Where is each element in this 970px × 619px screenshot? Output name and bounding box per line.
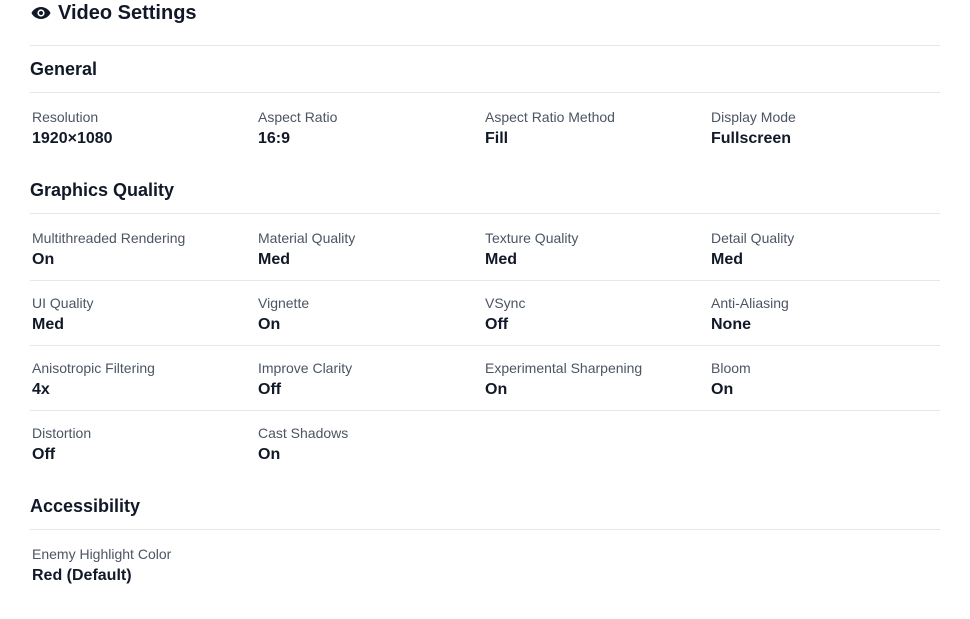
setting-value: 4x	[32, 381, 50, 398]
setting-label: Resolution	[32, 109, 99, 125]
setting-label: Aspect Ratio Method	[485, 109, 615, 125]
setting-value: Med	[711, 251, 743, 268]
setting-value: On	[485, 381, 508, 398]
divider	[30, 280, 940, 281]
setting-multithreaded-rendering[interactable]: Multithreaded Rendering On	[32, 230, 258, 270]
setting-value: Off	[485, 316, 509, 333]
divider	[30, 213, 940, 214]
divider	[30, 529, 940, 530]
setting-label: Anti-Aliasing	[711, 295, 789, 311]
settings-row: Resolution 1920×1080 Aspect Ratio 16:9 A…	[30, 109, 940, 159]
setting-value: Fill	[485, 130, 509, 147]
setting-label: UI Quality	[32, 295, 94, 311]
setting-value: Red (Default)	[32, 567, 132, 584]
divider	[30, 345, 940, 346]
setting-value: None	[711, 316, 751, 333]
setting-detail-quality[interactable]: Detail Quality Med	[711, 230, 937, 270]
setting-label: Detail Quality	[711, 230, 795, 246]
settings-row: Anisotropic Filtering 4x Improve Clarity…	[30, 360, 940, 410]
setting-label: VSync	[485, 295, 526, 311]
setting-label: Bloom	[711, 360, 751, 376]
setting-ui-quality[interactable]: UI Quality Med	[32, 295, 258, 335]
setting-label: Distortion	[32, 425, 92, 441]
setting-cast-shadows[interactable]: Cast Shadows On	[258, 425, 484, 465]
setting-vsync[interactable]: VSync Off	[485, 295, 711, 335]
divider	[30, 92, 940, 93]
setting-label: Display Mode	[711, 109, 796, 125]
setting-value: 16:9	[258, 130, 291, 147]
setting-value: Fullscreen	[711, 130, 792, 147]
settings-row: Multithreaded Rendering On Material Qual…	[30, 230, 940, 280]
setting-value: On	[258, 316, 281, 333]
setting-label: Improve Clarity	[258, 360, 353, 376]
section-title-general: General	[30, 59, 98, 79]
setting-anti-aliasing[interactable]: Anti-Aliasing None	[711, 295, 937, 335]
setting-label: Texture Quality	[485, 230, 579, 246]
setting-resolution[interactable]: Resolution 1920×1080	[32, 109, 258, 149]
section-title-accessibility: Accessibility	[30, 496, 141, 516]
setting-label: Enemy Highlight Color	[32, 546, 172, 562]
setting-label: Experimental Sharpening	[485, 360, 643, 376]
setting-experimental-sharpening[interactable]: Experimental Sharpening On	[485, 360, 711, 400]
setting-label: Aspect Ratio	[258, 109, 338, 125]
setting-label: Material Quality	[258, 230, 356, 246]
settings-row: UI Quality Med Vignette On VSync Off Ant…	[30, 295, 940, 345]
settings-row: Enemy Highlight Color Red (Default)	[30, 546, 940, 596]
setting-distortion[interactable]: Distortion Off	[32, 425, 258, 465]
setting-material-quality[interactable]: Material Quality Med	[258, 230, 484, 270]
page-title: Video Settings	[58, 1, 197, 24]
setting-texture-quality[interactable]: Texture Quality Med	[485, 230, 711, 270]
setting-label: Multithreaded Rendering	[32, 230, 186, 246]
setting-value: Med	[258, 251, 290, 268]
setting-value: Med	[485, 251, 517, 268]
setting-display-mode[interactable]: Display Mode Fullscreen	[711, 109, 937, 149]
panel-header: Video Settings	[31, 0, 197, 26]
setting-aspect-ratio-method[interactable]: Aspect Ratio Method Fill	[485, 109, 711, 149]
setting-value: Off	[32, 446, 56, 463]
setting-aspect-ratio[interactable]: Aspect Ratio 16:9	[258, 109, 484, 149]
setting-value: 1920×1080	[32, 130, 113, 147]
setting-value: On	[258, 446, 281, 463]
setting-vignette[interactable]: Vignette On	[258, 295, 484, 335]
setting-value: Med	[32, 316, 64, 333]
settings-row: Distortion Off Cast Shadows On	[30, 425, 940, 475]
setting-bloom[interactable]: Bloom On	[711, 360, 937, 400]
setting-anisotropic-filtering[interactable]: Anisotropic Filtering 4x	[32, 360, 258, 400]
divider	[30, 410, 940, 411]
setting-label: Vignette	[258, 295, 310, 311]
setting-value: On	[711, 381, 734, 398]
setting-label: Anisotropic Filtering	[32, 360, 155, 376]
section-title-graphics: Graphics Quality	[30, 180, 175, 200]
setting-value: On	[32, 251, 55, 268]
divider	[30, 45, 940, 46]
setting-improve-clarity[interactable]: Improve Clarity Off	[258, 360, 484, 400]
setting-value: Off	[258, 381, 282, 398]
eye-icon	[31, 6, 51, 20]
setting-enemy-highlight-color[interactable]: Enemy Highlight Color Red (Default)	[32, 546, 258, 586]
setting-label: Cast Shadows	[258, 425, 349, 441]
video-settings-panel: Video Settings General Resolution 1920×1…	[0, 0, 970, 619]
